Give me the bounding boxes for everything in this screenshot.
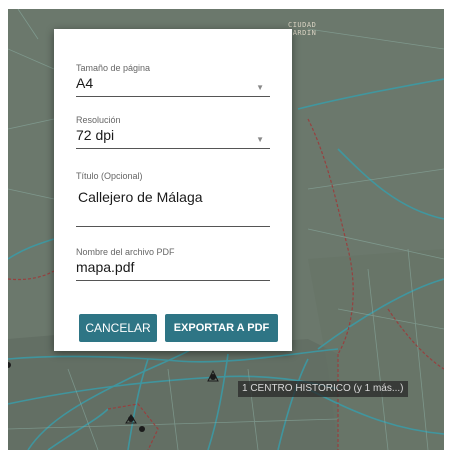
page-size-underline bbox=[76, 96, 270, 97]
resolution-label: Resolución bbox=[76, 115, 121, 125]
title-underline bbox=[76, 226, 270, 227]
filename-input[interactable]: Nombre del archivo PDF mapa.pdf bbox=[76, 247, 270, 281]
export-pdf-button[interactable]: EXPORTAR A PDF bbox=[165, 314, 278, 342]
map-tooltip: 1 CENTRO HISTORICO (y 1 más...) bbox=[238, 381, 408, 397]
triangle-down-icon[interactable]: ▼ bbox=[256, 135, 264, 144]
page-size-select[interactable]: Tamaño de página A4 ▼ bbox=[76, 63, 270, 97]
triangle-down-icon[interactable]: ▼ bbox=[256, 83, 264, 92]
resolution-underline bbox=[76, 148, 270, 149]
filename-underline bbox=[76, 280, 270, 281]
resolution-select[interactable]: Resolución 72 dpi ▼ bbox=[76, 115, 270, 149]
export-pdf-dialog: Tamaño de página A4 ▼ Resolución 72 dpi … bbox=[54, 29, 292, 351]
filename-label: Nombre del archivo PDF bbox=[76, 247, 175, 257]
page-size-value: A4 bbox=[76, 75, 94, 91]
cancel-button[interactable]: CANCELAR bbox=[79, 314, 157, 342]
title-value: Callejero de Málaga bbox=[78, 189, 203, 205]
page-size-label: Tamaño de página bbox=[76, 63, 151, 73]
title-input[interactable]: Título (Opcional) Callejero de Málaga bbox=[76, 171, 270, 227]
resolution-value: 72 dpi bbox=[76, 127, 115, 143]
district-label: CIUDAD JARDIN bbox=[288, 21, 317, 37]
filename-value: mapa.pdf bbox=[76, 259, 135, 275]
title-label: Título (Opcional) bbox=[76, 171, 143, 181]
